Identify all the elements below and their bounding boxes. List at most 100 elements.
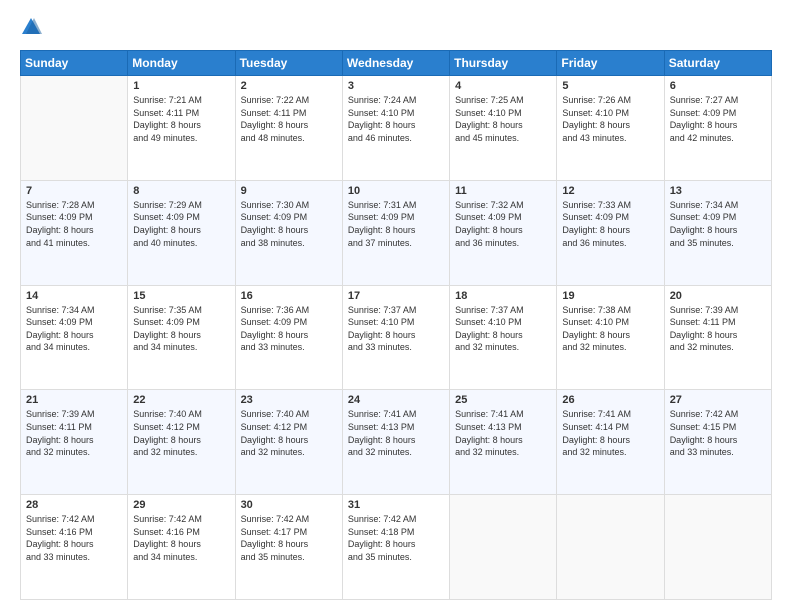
day-info: Sunrise: 7:40 AM Sunset: 4:12 PM Dayligh… [133,408,229,458]
day-info: Sunrise: 7:42 AM Sunset: 4:16 PM Dayligh… [133,513,229,563]
week-row-2: 7Sunrise: 7:28 AM Sunset: 4:09 PM Daylig… [21,180,772,285]
day-cell: 22 Sunrise: 7:40 AM Sunset: 4:12 PM Dayli… [128,390,235,495]
day-number: 3 [348,80,444,92]
col-header-tuesday: Tuesday [235,51,342,76]
day-info: Sunrise: 7:22 AM Sunset: 4:11 PM Dayligh… [241,94,337,144]
day-info: Sunrise: 7:38 AM Sunset: 4:10 PM Dayligh… [562,304,658,354]
day-info: Sunrise: 7:24 AM Sunset: 4:10 PM Dayligh… [348,94,444,144]
day-number: 25 [455,394,551,406]
day-cell: 26 Sunrise: 7:41 AM Sunset: 4:14 PM Dayli… [557,390,664,495]
day-info: Sunrise: 7:37 AM Sunset: 4:10 PM Dayligh… [455,304,551,354]
week-row-5: 28 Sunrise: 7:42 AM Sunset: 4:16 PM Dayli… [21,495,772,600]
header [20,18,772,38]
day-info: Sunrise: 7:26 AM Sunset: 4:10 PM Dayligh… [562,94,658,144]
day-cell: 9Sunrise: 7:30 AM Sunset: 4:09 PM Daylig… [235,180,342,285]
day-cell: 14 Sunrise: 7:34 AM Sunset: 4:09 PM Dayli… [21,285,128,390]
col-header-thursday: Thursday [450,51,557,76]
day-cell: 7Sunrise: 7:28 AM Sunset: 4:09 PM Daylig… [21,180,128,285]
day-info: Sunrise: 7:41 AM Sunset: 4:14 PM Dayligh… [562,408,658,458]
day-number: 19 [562,290,658,302]
day-number: 5 [562,80,658,92]
day-cell: 6Sunrise: 7:27 AM Sunset: 4:09 PM Daylig… [664,76,771,181]
day-cell: 18 Sunrise: 7:37 AM Sunset: 4:10 PM Dayli… [450,285,557,390]
day-cell: 15 Sunrise: 7:35 AM Sunset: 4:09 PM Dayli… [128,285,235,390]
day-info: Sunrise: 7:21 AM Sunset: 4:11 PM Dayligh… [133,94,229,144]
day-number: 29 [133,499,229,511]
day-number: 8 [133,185,229,197]
day-cell: 23Sunrise: 7:40 AM Sunset: 4:12 PM Dayli… [235,390,342,495]
col-header-saturday: Saturday [664,51,771,76]
day-cell: 11 Sunrise: 7:32 AM Sunset: 4:09 PM Dayli… [450,180,557,285]
day-cell: 20 Sunrise: 7:39 AM Sunset: 4:11 PM Dayli… [664,285,771,390]
week-row-1: 1 Sunrise: 7:21 AM Sunset: 4:11 PM Daylig… [21,76,772,181]
header-row: SundayMondayTuesdayWednesdayThursdayFrid… [21,51,772,76]
day-cell: 19 Sunrise: 7:38 AM Sunset: 4:10 PM Dayli… [557,285,664,390]
day-number: 20 [670,290,766,302]
day-cell: 12 Sunrise: 7:33 AM Sunset: 4:09 PM Dayli… [557,180,664,285]
day-cell: 13 Sunrise: 7:34 AM Sunset: 4:09 PM Dayli… [664,180,771,285]
day-number: 23 [241,394,337,406]
day-info: Sunrise: 7:34 AM Sunset: 4:09 PM Dayligh… [670,199,766,249]
week-row-3: 14 Sunrise: 7:34 AM Sunset: 4:09 PM Dayli… [21,285,772,390]
day-cell: 16 Sunrise: 7:36 AM Sunset: 4:09 PM Dayli… [235,285,342,390]
day-cell: 4 Sunrise: 7:25 AM Sunset: 4:10 PM Daylig… [450,76,557,181]
day-cell: 8 Sunrise: 7:29 AM Sunset: 4:09 PM Daylig… [128,180,235,285]
day-info: Sunrise: 7:27 AM Sunset: 4:09 PM Dayligh… [670,94,766,144]
day-info: Sunrise: 7:34 AM Sunset: 4:09 PM Dayligh… [26,304,122,354]
day-cell [21,76,128,181]
day-number: 21 [26,394,122,406]
calendar-table: SundayMondayTuesdayWednesdayThursdayFrid… [20,50,772,600]
day-cell [450,495,557,600]
col-header-monday: Monday [128,51,235,76]
day-cell: 25Sunrise: 7:41 AM Sunset: 4:13 PM Dayli… [450,390,557,495]
day-info: Sunrise: 7:39 AM Sunset: 4:11 PM Dayligh… [26,408,122,458]
day-info: Sunrise: 7:33 AM Sunset: 4:09 PM Dayligh… [562,199,658,249]
day-number: 9 [241,185,337,197]
day-cell: 3 Sunrise: 7:24 AM Sunset: 4:10 PM Daylig… [342,76,449,181]
day-cell: 28 Sunrise: 7:42 AM Sunset: 4:16 PM Dayli… [21,495,128,600]
day-number: 10 [348,185,444,197]
col-header-sunday: Sunday [21,51,128,76]
day-cell: 30 Sunrise: 7:42 AM Sunset: 4:17 PM Dayli… [235,495,342,600]
day-info: Sunrise: 7:42 AM Sunset: 4:17 PM Dayligh… [241,513,337,563]
day-info: Sunrise: 7:31 AM Sunset: 4:09 PM Dayligh… [348,199,444,249]
day-number: 1 [133,80,229,92]
day-info: Sunrise: 7:39 AM Sunset: 4:11 PM Dayligh… [670,304,766,354]
day-cell: 2Sunrise: 7:22 AM Sunset: 4:11 PM Daylig… [235,76,342,181]
day-number: 18 [455,290,551,302]
col-header-wednesday: Wednesday [342,51,449,76]
day-info: Sunrise: 7:42 AM Sunset: 4:15 PM Dayligh… [670,408,766,458]
day-number: 22 [133,394,229,406]
day-number: 11 [455,185,551,197]
day-info: Sunrise: 7:36 AM Sunset: 4:09 PM Dayligh… [241,304,337,354]
day-number: 27 [670,394,766,406]
day-info: Sunrise: 7:37 AM Sunset: 4:10 PM Dayligh… [348,304,444,354]
day-cell: 17 Sunrise: 7:37 AM Sunset: 4:10 PM Dayli… [342,285,449,390]
logo [20,18,44,38]
day-number: 12 [562,185,658,197]
col-header-friday: Friday [557,51,664,76]
day-info: Sunrise: 7:35 AM Sunset: 4:09 PM Dayligh… [133,304,229,354]
day-info: Sunrise: 7:25 AM Sunset: 4:10 PM Dayligh… [455,94,551,144]
day-number: 24 [348,394,444,406]
day-info: Sunrise: 7:28 AM Sunset: 4:09 PM Dayligh… [26,199,122,249]
day-info: Sunrise: 7:32 AM Sunset: 4:09 PM Dayligh… [455,199,551,249]
day-number: 14 [26,290,122,302]
day-number: 31 [348,499,444,511]
day-number: 26 [562,394,658,406]
day-number: 4 [455,80,551,92]
day-cell: 1 Sunrise: 7:21 AM Sunset: 4:11 PM Daylig… [128,76,235,181]
day-cell: 31Sunrise: 7:42 AM Sunset: 4:18 PM Dayli… [342,495,449,600]
day-number: 17 [348,290,444,302]
day-info: Sunrise: 7:29 AM Sunset: 4:09 PM Dayligh… [133,199,229,249]
day-info: Sunrise: 7:42 AM Sunset: 4:16 PM Dayligh… [26,513,122,563]
day-number: 16 [241,290,337,302]
day-cell [664,495,771,600]
day-number: 30 [241,499,337,511]
day-cell: 10 Sunrise: 7:31 AM Sunset: 4:09 PM Dayli… [342,180,449,285]
day-number: 28 [26,499,122,511]
day-number: 15 [133,290,229,302]
day-number: 13 [670,185,766,197]
page: SundayMondayTuesdayWednesdayThursdayFrid… [0,0,792,612]
day-cell: 21 Sunrise: 7:39 AM Sunset: 4:11 PM Dayli… [21,390,128,495]
